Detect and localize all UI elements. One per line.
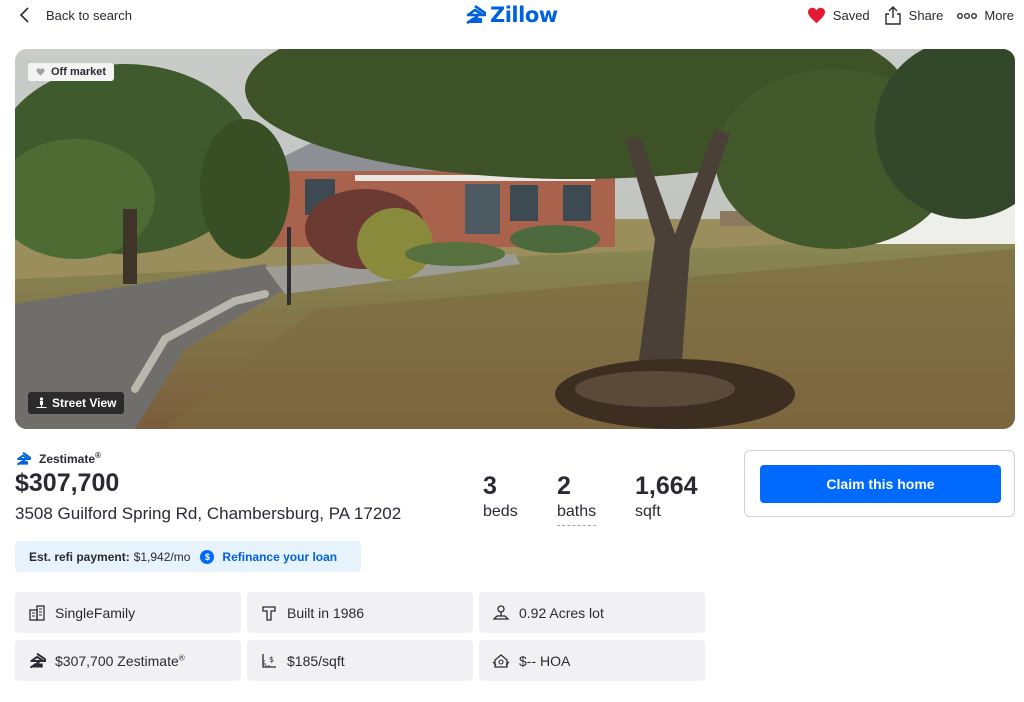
- beds-fact: 3 beds: [483, 471, 518, 523]
- home-type-value: SingleFamily: [55, 604, 136, 621]
- street-view-label: Street View: [52, 396, 117, 410]
- street-view-button[interactable]: Street View: [28, 392, 125, 414]
- hoa-value: $-- HOA: [519, 652, 571, 669]
- sqft-label: sqft: [635, 503, 661, 520]
- back-to-search-link[interactable]: Back to search: [18, 6, 132, 24]
- header-actions: Saved Share More: [807, 6, 1014, 25]
- tile-lot-size: 0.92 Acres lot: [479, 592, 705, 633]
- refi-label: Est. refi payment:: [29, 549, 130, 564]
- saved-button[interactable]: Saved: [807, 7, 870, 24]
- heart-icon: [807, 7, 825, 24]
- tile-zestimate-value: $307,700 Zestimate: [55, 652, 179, 669]
- saved-label: Saved: [832, 8, 870, 23]
- heart-small-icon: [36, 68, 45, 76]
- zillow-logo[interactable]: Zillow: [464, 3, 558, 27]
- svg-text:$: $: [269, 655, 274, 664]
- zillow-mini-logo-icon: [16, 451, 31, 465]
- zillow-house-icon: [29, 652, 46, 668]
- zestimate-reg: ®: [95, 451, 101, 460]
- claim-card: Claim this home: [744, 450, 1015, 517]
- address: 3508 Guilford Spring Rd, Chambersburg, P…: [15, 504, 402, 523]
- baths-value: 2: [557, 472, 571, 500]
- street-view-icon: [36, 397, 47, 408]
- beds-label: beds: [483, 503, 518, 520]
- logo-text: Zillow: [490, 3, 558, 27]
- baths-label[interactable]: baths: [557, 501, 597, 526]
- claim-this-home-button[interactable]: Claim this home: [760, 465, 1001, 503]
- beds-value: 3: [483, 472, 497, 500]
- tile-hoa: $-- HOA: [479, 640, 705, 681]
- year-built-value: Built in 1986: [287, 604, 365, 621]
- zestimate-label: Zestimate: [39, 452, 96, 466]
- lot-size-value: 0.92 Acres lot: [519, 604, 604, 621]
- back-label: Back to search: [46, 7, 132, 23]
- zillow-logo-icon: [466, 5, 486, 25]
- top-bar: Back to search Zillow Saved Share More: [0, 0, 1024, 34]
- refi-banner: Est. refi payment: $1,942/mo $ Refinance…: [15, 541, 361, 572]
- zestimate-heading: Zestimate®: [15, 451, 101, 466]
- hammer-icon: [262, 605, 276, 621]
- share-icon: [884, 6, 901, 25]
- more-label: More: [984, 8, 1014, 23]
- share-label: Share: [908, 8, 944, 23]
- price-sqft-icon: $: [262, 653, 276, 668]
- share-button[interactable]: Share: [884, 6, 944, 25]
- refinance-link-label: Refinance your loan: [222, 549, 338, 564]
- status-badge-label: Off market: [51, 66, 107, 78]
- more-button[interactable]: More: [957, 8, 1014, 23]
- street-view-scene: [15, 49, 1015, 429]
- lot-icon: [492, 604, 510, 620]
- sqft-fact: 1,664 sqft: [635, 471, 698, 523]
- hoa-icon: [492, 653, 510, 668]
- property-photo[interactable]: Off market Street View: [15, 49, 1015, 429]
- more-dots-icon: [957, 12, 978, 19]
- price: $307,700: [15, 469, 120, 497]
- tile-zestimate-reg: ®: [178, 652, 185, 662]
- sqft-value: 1,664: [635, 472, 698, 500]
- price-per-sqft-value: $185/sqft: [287, 652, 345, 669]
- refi-amount: $1,942/mo: [133, 549, 191, 564]
- tile-zestimate: $307,700 Zestimate®: [15, 640, 241, 681]
- chevron-left-icon: [19, 7, 29, 23]
- tile-year-built: Built in 1986: [247, 592, 473, 633]
- tile-price-per-sqft: $ $185/sqft: [247, 640, 473, 681]
- refinance-link[interactable]: $ Refinance your loan: [200, 549, 338, 564]
- building-icon: [29, 604, 45, 621]
- tile-home-type: SingleFamily: [15, 592, 241, 633]
- baths-fact[interactable]: 2 baths: [557, 471, 597, 526]
- status-badge: Off market: [28, 63, 115, 81]
- dollar-icon: $: [200, 549, 215, 564]
